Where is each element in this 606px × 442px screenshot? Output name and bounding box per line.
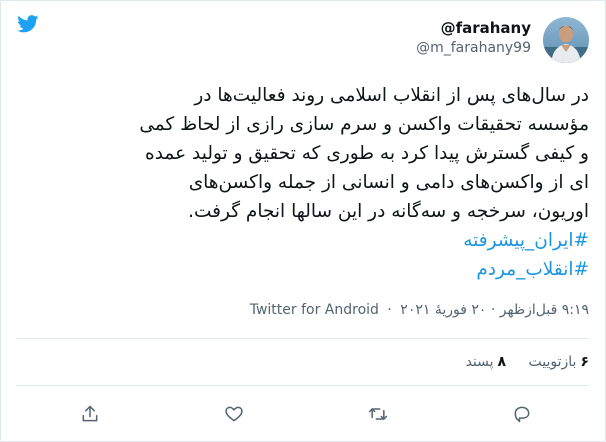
hashtag-link[interactable]: #ایران_پیشرفته	[463, 230, 589, 251]
profile-photo	[543, 17, 589, 63]
retweets-stat[interactable]: ۶بازتوییت	[524, 354, 589, 370]
reply-button[interactable]	[508, 400, 536, 428]
share-button[interactable]	[76, 400, 104, 428]
retweet-icon	[368, 408, 388, 420]
user-handle[interactable]: @m_farahany99	[416, 40, 531, 56]
likes-label: پسند	[465, 354, 494, 370]
like-icon	[225, 406, 243, 422]
retweets-count: ۶	[580, 354, 589, 370]
tweet-stats: ۶بازتوییت ۸پسند	[448, 354, 589, 370]
likes-stat[interactable]: ۸پسند	[466, 354, 507, 370]
retweets-label: بازتوییت	[528, 354, 577, 370]
divider	[17, 338, 589, 339]
tweet-line: اوریون، سرخجه و سه‌گانه در این سالها انج…	[188, 201, 589, 222]
source-app-link[interactable]: Twitter for Android	[250, 302, 379, 318]
like-button[interactable]	[220, 400, 248, 428]
likes-count: ۸	[497, 354, 507, 370]
share-icon	[82, 405, 98, 422]
avatar[interactable]	[543, 17, 589, 63]
author-names: @farahany @m_farahany99	[416, 19, 531, 56]
tweet-line: و کیفی گسترش پیدا کرد به طوری که تحقیق و…	[145, 143, 589, 164]
tweet-card: @farahany @m_farahany99 در سال‌	[0, 0, 606, 442]
tweet-meta: ۹:۱۹ قبل‌ازظهر · ۲۰ فوریهٔ ۲۰۲۱ · Twitte…	[250, 302, 589, 318]
retweet-button[interactable]	[364, 400, 392, 428]
twitter-bird-icon[interactable]	[17, 15, 39, 33]
tweet-line: در سال‌های پس از انقلاب اسلامی روند فعال…	[194, 85, 589, 106]
tweet-line: مؤسسه تحقیقات واکسن و سرم سازی رازی از ل…	[139, 114, 589, 135]
hashtag-link[interactable]: #انقلاب_مردم	[476, 259, 589, 280]
divider	[17, 385, 589, 386]
reply-icon	[514, 406, 530, 423]
timestamp[interactable]: ۹:۱۹ قبل‌ازظهر · ۲۰ فوریهٔ ۲۰۲۱	[400, 302, 589, 318]
meta-separator: ·	[387, 302, 392, 318]
action-bar	[1, 400, 605, 428]
display-name[interactable]: @farahany	[416, 19, 531, 37]
tweet-text: در سال‌های پس از انقلاب اسلامی روند فعال…	[15, 81, 589, 284]
tweet-line: ای از واکسن‌های دامی و انسانی از جمله وا…	[188, 172, 589, 193]
